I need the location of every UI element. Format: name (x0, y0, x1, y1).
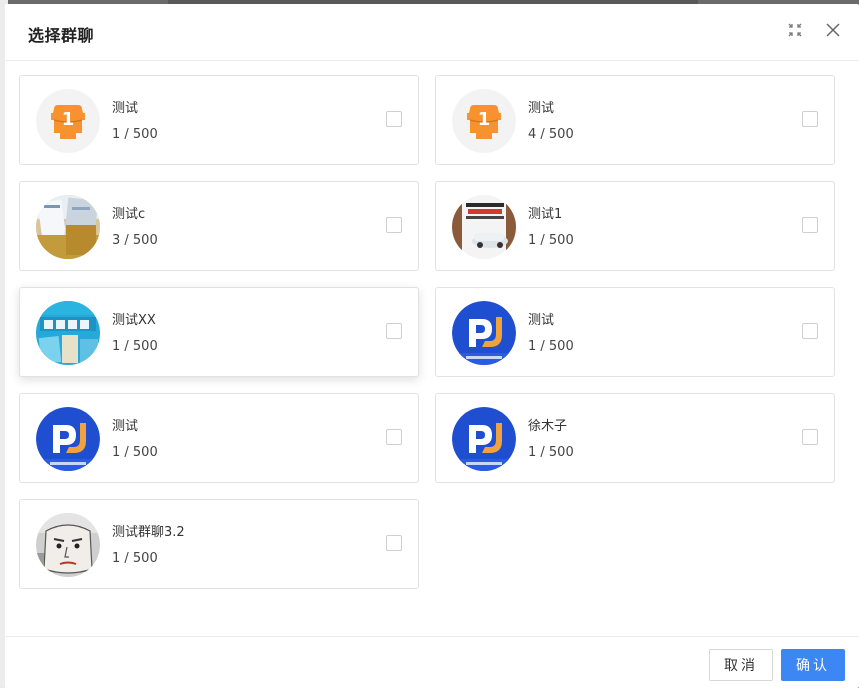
select-checkbox[interactable] (802, 429, 818, 445)
group-card[interactable]: 测试 1 / 500 (435, 287, 835, 377)
select-checkbox[interactable] (386, 535, 402, 551)
group-name: 测试 (112, 419, 139, 434)
select-checkbox[interactable] (386, 111, 402, 127)
member-count: 4 / 500 (528, 127, 574, 142)
group-card[interactable]: 测试1 1 / 500 (435, 181, 835, 271)
svg-text:1: 1 (478, 109, 491, 130)
group-name: 测试XX (112, 313, 156, 328)
group-name: 徐木子 (528, 419, 568, 434)
select-group-dialog: 选择群聊 1 测试 1 / 500 1 测试 4 / 500 测试c 3 / 5… (5, 4, 859, 688)
dialog-header: 选择群聊 (5, 4, 859, 61)
group-card[interactable]: 测试 1 / 500 (19, 393, 419, 483)
member-count: 1 / 500 (112, 551, 158, 566)
group-avatar (36, 301, 100, 365)
member-count: 1 / 500 (112, 127, 158, 142)
group-name: 测试c (112, 207, 146, 222)
group-avatar (36, 513, 100, 577)
group-card[interactable]: 徐木子 1 / 500 (435, 393, 835, 483)
confirm-button[interactable]: 确认 (781, 649, 845, 681)
group-avatar (452, 195, 516, 259)
group-card[interactable]: 测试群聊3.2 1 / 500 (19, 499, 419, 589)
group-name: 测试群聊3.2 (112, 525, 185, 540)
group-list: 1 测试 1 / 500 1 测试 4 / 500 测试c 3 / 500 测试… (5, 61, 859, 636)
group-name: 测试 (528, 101, 555, 116)
select-checkbox[interactable] (386, 323, 402, 339)
svg-text:1: 1 (62, 109, 75, 130)
group-name: 测试 (112, 101, 139, 116)
dialog-title: 选择群聊 (28, 26, 95, 45)
group-avatar (36, 407, 100, 471)
group-avatar (36, 195, 100, 259)
select-checkbox[interactable] (802, 217, 818, 233)
member-count: 1 / 500 (528, 339, 574, 354)
group-name: 测试 (528, 313, 555, 328)
group-avatar: 1 (452, 89, 516, 153)
select-checkbox[interactable] (386, 429, 402, 445)
dialog-footer: 取消 确认 (5, 636, 859, 688)
member-count: 1 / 500 (528, 233, 574, 248)
cancel-button[interactable]: 取消 (709, 649, 773, 681)
group-card[interactable]: 1 测试 1 / 500 (19, 75, 419, 165)
member-count: 3 / 500 (112, 233, 158, 248)
select-checkbox[interactable] (802, 323, 818, 339)
group-card[interactable]: 测试XX 1 / 500 (19, 287, 419, 377)
member-count: 1 / 500 (112, 445, 158, 460)
group-avatar: 1 (36, 89, 100, 153)
member-count: 1 / 500 (528, 445, 574, 460)
group-card[interactable]: 1 测试 4 / 500 (435, 75, 835, 165)
close-icon[interactable] (823, 20, 843, 40)
select-checkbox[interactable] (802, 111, 818, 127)
fullscreen-icon[interactable] (785, 20, 805, 40)
group-avatar (452, 407, 516, 471)
group-avatar (452, 301, 516, 365)
group-name: 测试1 (528, 207, 563, 222)
select-checkbox[interactable] (386, 217, 402, 233)
member-count: 1 / 500 (112, 339, 158, 354)
group-card[interactable]: 测试c 3 / 500 (19, 181, 419, 271)
